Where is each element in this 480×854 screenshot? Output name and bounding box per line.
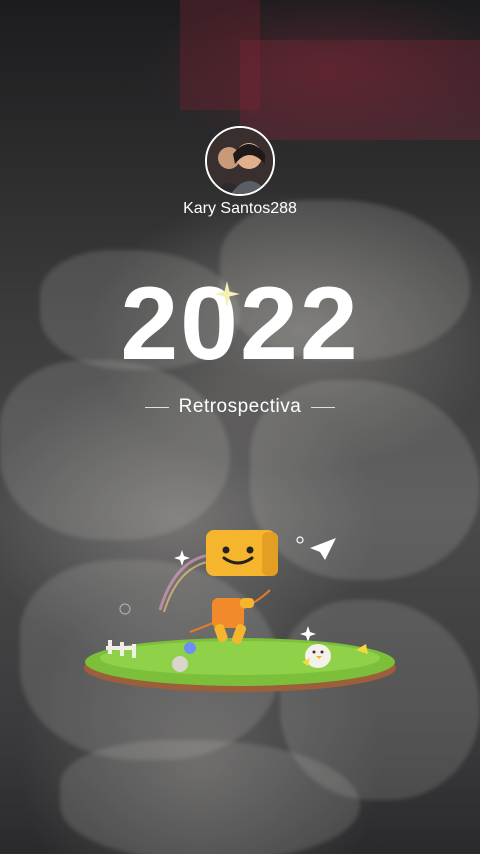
divider-left [144,406,169,408]
profile-photo-icon [207,128,273,194]
sparkle-icon [214,281,240,307]
subtitle-row: Retrospectiva [0,396,480,418]
mascot-body [212,598,244,628]
retrospective-screen: Kary Santos288 2022 Retrospectiva [0,0,480,854]
divider-right [311,406,336,408]
avatar[interactable] [205,126,275,196]
mascot-illustration [84,530,396,692]
paper-plane-icon [310,538,336,560]
subtitle: Retrospectiva [178,396,302,417]
username: Kary Santos288 [183,200,297,217]
flower-icon [184,642,196,654]
